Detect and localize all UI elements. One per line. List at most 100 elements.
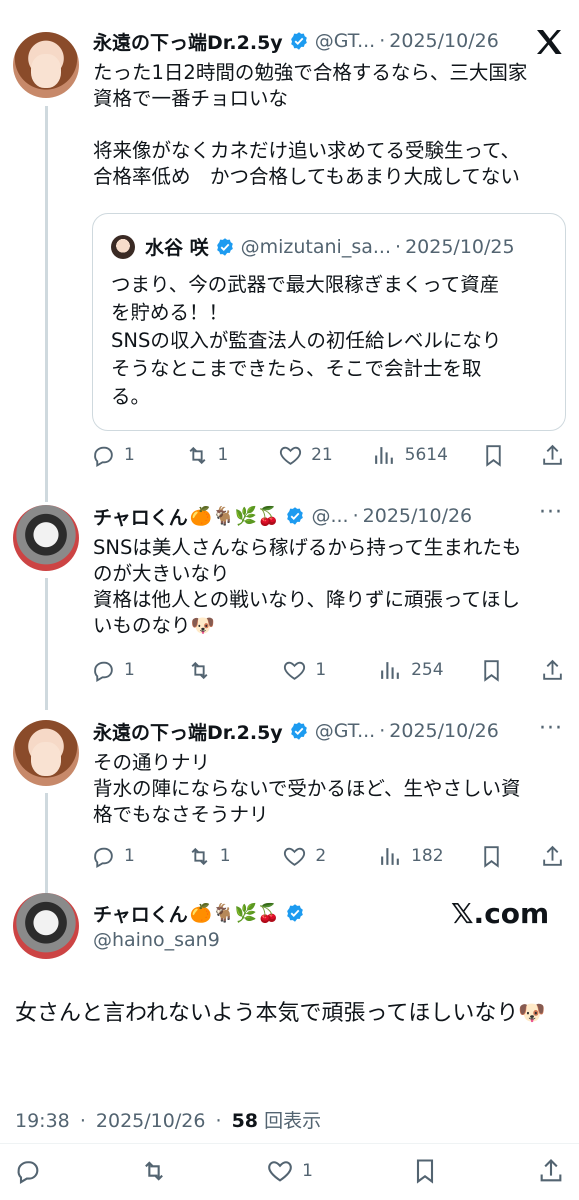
bookmark-icon[interactable] bbox=[479, 658, 504, 683]
views-button[interactable]: 5614 bbox=[372, 443, 448, 468]
more-options-icon[interactable]: ··· bbox=[539, 716, 563, 741]
heart-icon bbox=[268, 1161, 292, 1182]
name-emojis: 🍊🐐🌿🍒 bbox=[189, 902, 280, 924]
verified-badge-icon bbox=[216, 237, 233, 256]
quote-author-handle: @mizutani_sa... bbox=[240, 235, 392, 258]
share-icon[interactable] bbox=[540, 844, 565, 869]
reply-button[interactable]: 1 bbox=[91, 658, 151, 683]
author-handle[interactable]: @GT... bbox=[315, 30, 376, 52]
like-button[interactable]: 21 bbox=[278, 443, 338, 468]
bookmark-icon[interactable] bbox=[479, 844, 504, 869]
tweet-actions: 1 1 21 5614 bbox=[91, 440, 565, 470]
views-count: 58 bbox=[231, 1110, 259, 1132]
verified-badge-icon bbox=[290, 32, 307, 50]
divider bbox=[0, 1143, 579, 1144]
post-meta: 19:38 · 2025/10/26 · 58 回表示 bbox=[15, 1106, 321, 1133]
view-count: 254 bbox=[411, 660, 444, 680]
reply-icon bbox=[94, 661, 113, 682]
retweet-count: 1 bbox=[217, 445, 229, 465]
views-button[interactable]: 254 bbox=[378, 658, 444, 683]
view-count: 182 bbox=[411, 846, 444, 866]
post-date[interactable]: 2025/10/26 bbox=[389, 720, 499, 742]
separator-dot: · bbox=[379, 720, 386, 742]
retweet-button[interactable] bbox=[187, 658, 247, 683]
reply-button[interactable]: 1 bbox=[91, 844, 151, 869]
avatar[interactable] bbox=[13, 893, 79, 959]
tweet-header: チャロくん 🍊🐐🌿🍒 @... · 2025/10/26 bbox=[93, 501, 472, 531]
reply-count: 1 bbox=[124, 660, 135, 680]
like-count: 1 bbox=[315, 660, 327, 680]
avatar[interactable] bbox=[13, 505, 79, 571]
x-logo-icon[interactable] bbox=[533, 26, 565, 58]
post-time[interactable]: 19:38 bbox=[15, 1110, 70, 1132]
reply-count: 1 bbox=[124, 846, 135, 866]
tweet-actions: 1 1 2 182 bbox=[91, 841, 565, 871]
author-name[interactable]: チャロくん bbox=[93, 900, 188, 927]
post-detail-page: 永遠の下っ端Dr.2.5y @GT... · 2025/10/26 たった1日2… bbox=[0, 0, 579, 1200]
author-name[interactable]: 永遠の下っ端Dr.2.5y bbox=[93, 28, 283, 55]
quote-date: 2025/10/25 bbox=[405, 235, 515, 258]
like-button[interactable]: 1 bbox=[282, 658, 342, 683]
post-date[interactable]: 2025/10/26 bbox=[363, 505, 473, 527]
tweet-header: チャロくん 🍊🐐🌿🍒 bbox=[93, 898, 311, 928]
share-icon[interactable] bbox=[540, 443, 565, 468]
separator-dot: · bbox=[379, 30, 386, 52]
author-name[interactable]: 永遠の下っ端Dr.2.5y bbox=[93, 718, 283, 745]
quote-header: 水谷 咲 @mizutani_sa... · 2025/10/25 bbox=[111, 233, 515, 260]
post-date[interactable]: 2025/10/26 bbox=[96, 1110, 206, 1132]
views-button[interactable]: 182 bbox=[378, 844, 444, 869]
thread-connector bbox=[45, 106, 48, 502]
author-name[interactable]: チャロくん bbox=[93, 503, 188, 530]
tweet-text: SNSは美人さんなら稼げるから持って生まれたも のが大きいなり 資格は他人との戦… bbox=[93, 536, 522, 637]
retweet-icon bbox=[191, 847, 208, 865]
verified-badge-icon bbox=[287, 904, 304, 922]
tweet-text: その通りナリ 背水の陣にならないで受かるほど、生やさしい資 格でもなさそうナリ bbox=[93, 751, 521, 826]
xcom-watermark: 𝕏.com bbox=[451, 897, 550, 930]
heart-icon bbox=[284, 661, 306, 680]
name-emojis: 🍊🐐🌿🍒 bbox=[189, 505, 280, 527]
more-options-icon[interactable]: ··· bbox=[539, 500, 563, 525]
retweet-button[interactable]: 1 bbox=[187, 844, 247, 869]
quoted-tweet[interactable]: 水谷 咲 @mizutani_sa... · 2025/10/25 つまり、今の… bbox=[92, 213, 566, 431]
views-label: 回表示 bbox=[264, 1110, 322, 1132]
like-button[interactable]: 1 bbox=[266, 1157, 313, 1185]
tweet-header: 永遠の下っ端Dr.2.5y @GT... · 2025/10/26 bbox=[93, 26, 499, 56]
heart-icon bbox=[280, 446, 302, 465]
separator-dot: · bbox=[79, 1110, 86, 1132]
reply-icon bbox=[94, 847, 113, 868]
reply-button[interactable]: 1 bbox=[91, 443, 151, 468]
main-tweet-text: 女さんと言われないよう本気で頑張ってほしいなり🐶 bbox=[15, 1001, 546, 1026]
analytics-icon bbox=[381, 661, 399, 679]
retweet-icon bbox=[189, 446, 206, 464]
avatar[interactable] bbox=[13, 32, 79, 98]
retweet-icon bbox=[191, 661, 208, 679]
author-handle[interactable]: @GT... bbox=[315, 720, 376, 742]
bookmark-icon[interactable] bbox=[411, 1157, 439, 1185]
author-handle[interactable]: @haino_san9 bbox=[93, 929, 220, 951]
separator-dot: · bbox=[215, 1110, 222, 1132]
share-icon[interactable] bbox=[540, 658, 565, 683]
separator-dot: · bbox=[352, 505, 359, 527]
retweet-count: 1 bbox=[219, 846, 231, 866]
separator-dot: · bbox=[395, 235, 402, 258]
verified-badge-icon bbox=[290, 722, 307, 740]
tweet-header: 永遠の下っ端Dr.2.5y @GT... · 2025/10/26 bbox=[93, 716, 499, 746]
retweet-icon[interactable] bbox=[140, 1157, 168, 1185]
like-button[interactable]: 2 bbox=[282, 844, 342, 869]
like-count: 2 bbox=[315, 846, 327, 866]
retweet-button[interactable]: 1 bbox=[185, 443, 245, 468]
avatar[interactable] bbox=[13, 720, 79, 786]
heart-icon bbox=[284, 847, 306, 866]
like-count: 21 bbox=[311, 445, 333, 465]
tweet-actions: 1 1 254 bbox=[91, 655, 565, 685]
reply-icon[interactable] bbox=[14, 1157, 42, 1185]
like-count: 1 bbox=[302, 1161, 313, 1181]
bookmark-icon[interactable] bbox=[481, 443, 506, 468]
analytics-icon bbox=[381, 847, 399, 865]
thread-connector bbox=[45, 578, 48, 710]
main-tweet-actions: 1 bbox=[14, 1154, 565, 1188]
post-date[interactable]: 2025/10/26 bbox=[389, 30, 499, 52]
quote-text: つまり、今の武器で最大限稼ぎまくって資産 を貯める！！ SNSの収入が監査法人の… bbox=[111, 273, 502, 408]
share-icon[interactable] bbox=[537, 1157, 565, 1185]
author-handle[interactable]: @... bbox=[311, 505, 348, 527]
